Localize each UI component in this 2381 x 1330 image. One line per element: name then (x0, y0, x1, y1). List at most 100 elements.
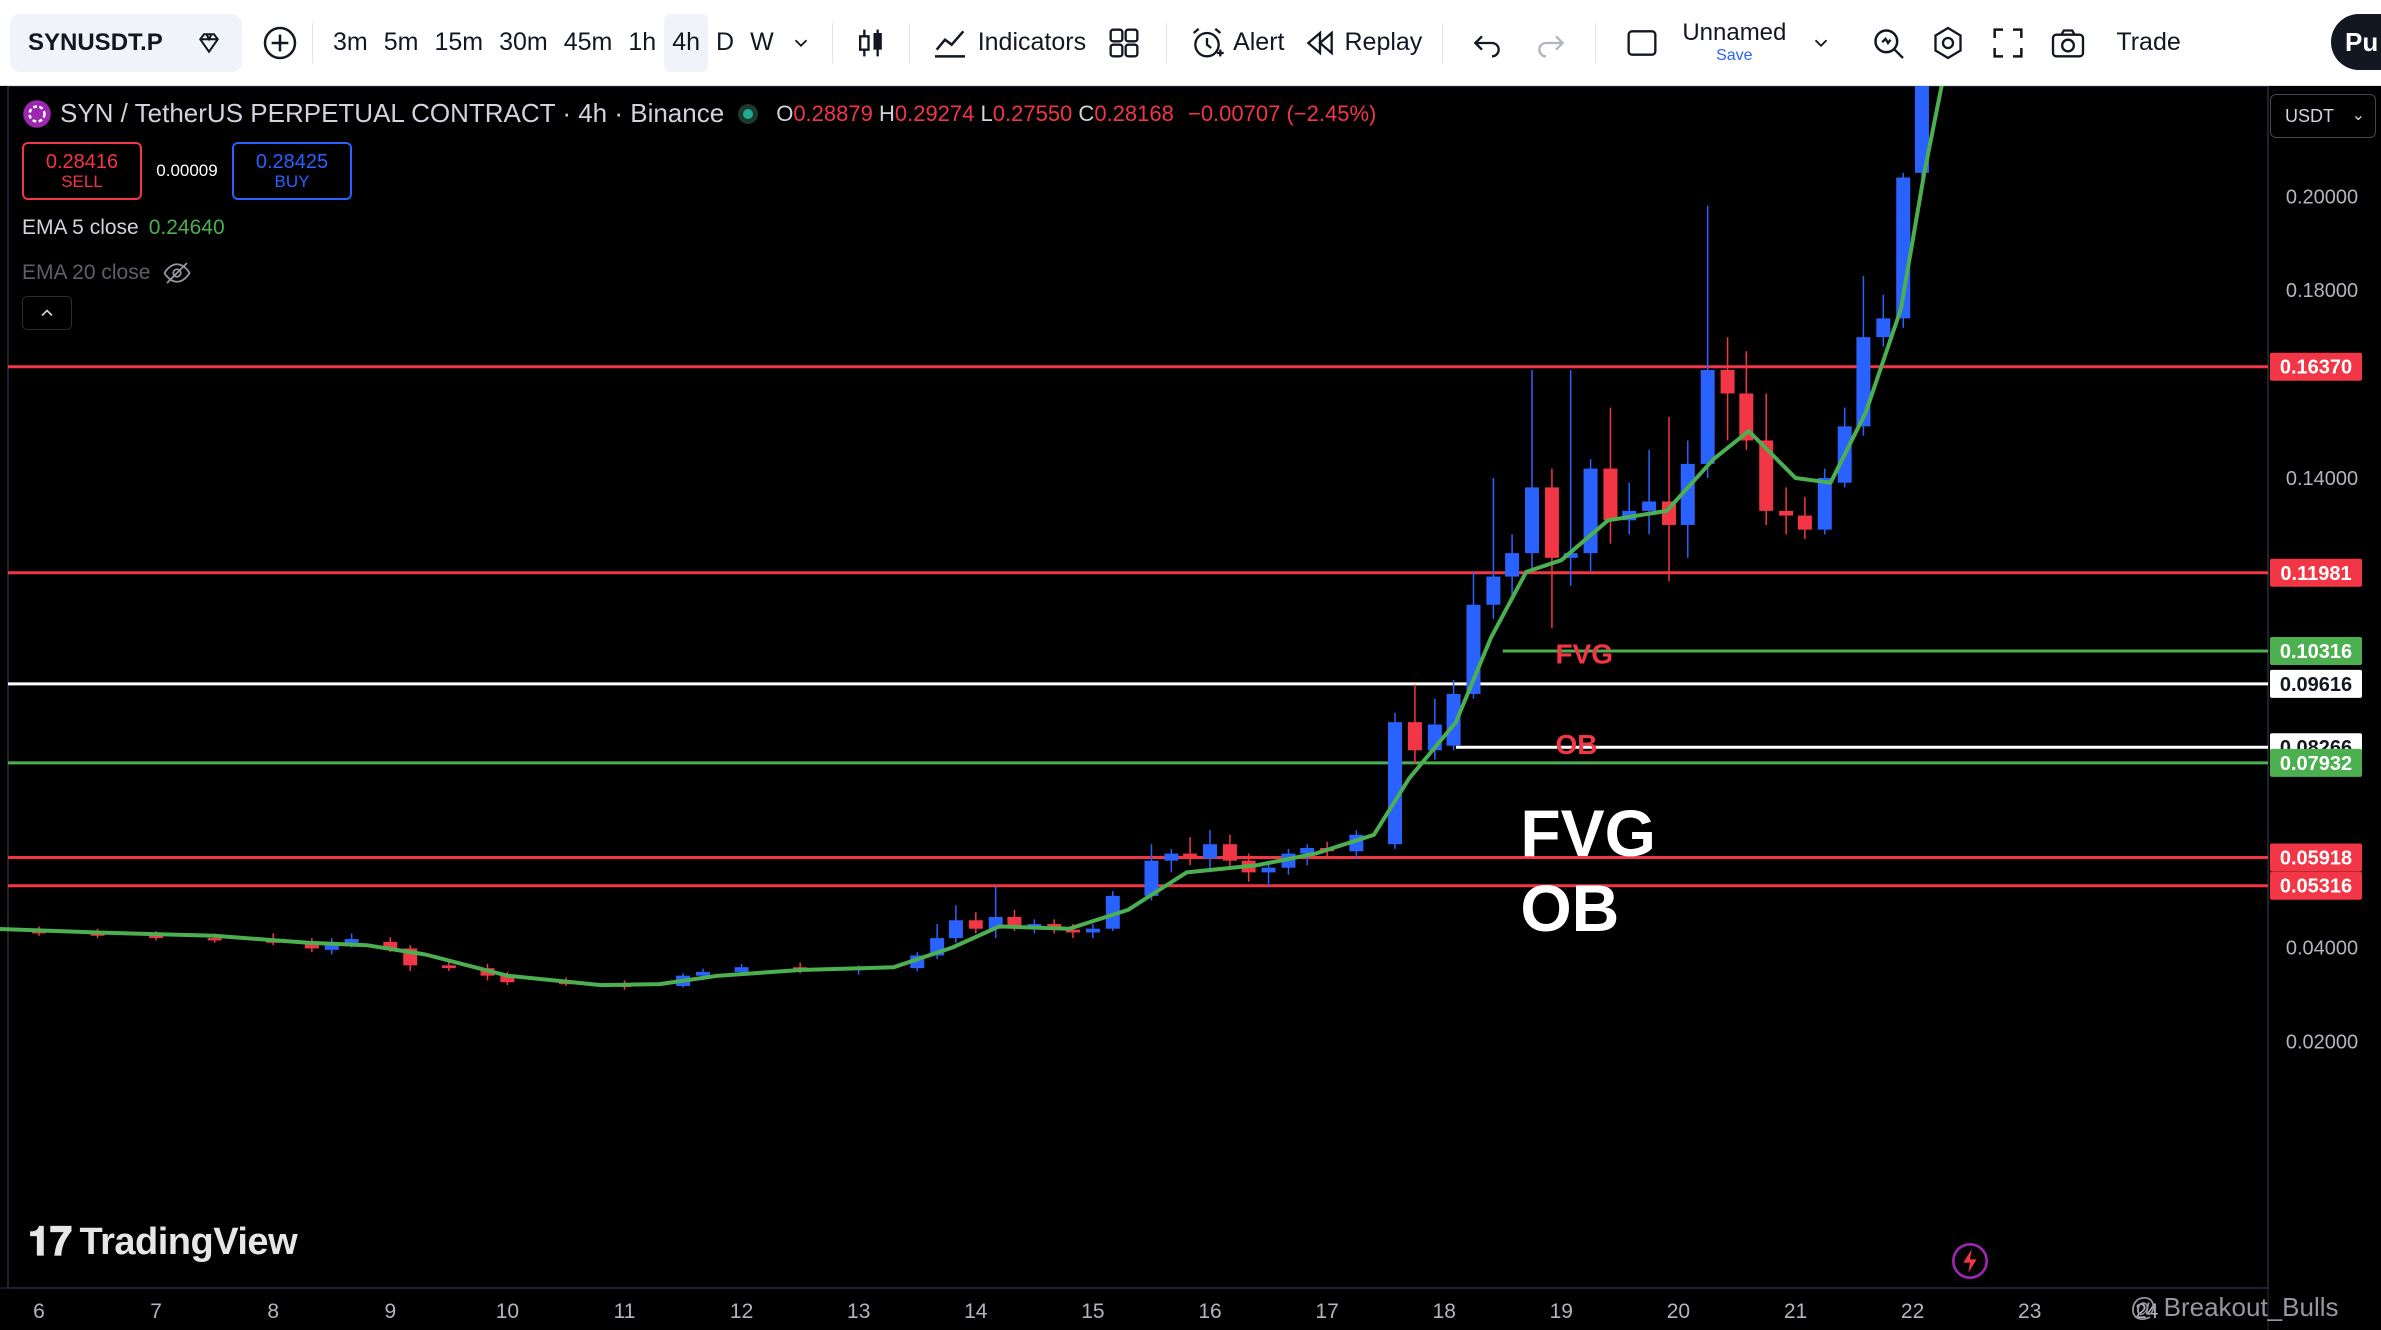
time-tick-label: 19 (1550, 1300, 1573, 1323)
interval-45m[interactable]: 45m (556, 14, 621, 72)
author-credit: @ Breakout_Bulls (2130, 1292, 2339, 1322)
toolbar-separator (1442, 22, 1444, 63)
annotation-ob[interactable]: OB (1555, 729, 1597, 760)
time-tick-label: 22 (1901, 1300, 1924, 1323)
camera-icon (2052, 28, 2085, 57)
indicator-ema20[interactable]: EMA 20 close (22, 258, 192, 288)
candles-icon (858, 29, 882, 56)
watermark-text: TradingView (79, 1221, 298, 1263)
price-tick-label: 0.02000 (2286, 1031, 2358, 1053)
collapse-legend-button[interactable] (22, 296, 72, 330)
indicators-label: Indicators (977, 28, 1087, 56)
interval-dropdown-button[interactable] (782, 14, 820, 72)
ohlc-values: O0.28879 H0.29274 L0.27550 C0.28168 −0.0… (776, 101, 1376, 127)
snapshot-button[interactable] (2038, 14, 2098, 72)
price-tick-label: 0.20000 (2286, 186, 2358, 208)
time-tick-label: 13 (847, 1300, 870, 1323)
price-chart[interactable]: FVGOBFVGOB0.300000.260000.240000.220000.… (0, 86, 2381, 1330)
interval-4h[interactable]: 4h (664, 13, 709, 72)
interval-1h[interactable]: 1h (620, 14, 664, 72)
chart-legend: SYN / TetherUS PERPETUAL CONTRACT · 4h ·… (22, 98, 1376, 129)
eye-off-icon[interactable] (162, 258, 192, 288)
candle-body (1505, 553, 1520, 577)
publish-button[interactable]: Pu (2331, 14, 2381, 70)
candle-body (441, 965, 456, 969)
indicators-button[interactable]: Indicators (922, 14, 1094, 72)
ema20-label: EMA 20 close (22, 261, 151, 284)
candle-body (734, 967, 749, 972)
time-tick-label: 14 (964, 1300, 988, 1323)
time-tick-label: 11 (614, 1300, 636, 1323)
chart-pane[interactable]: FVGOBFVGOB0.300000.260000.240000.220000.… (0, 86, 2381, 1330)
layout-name: Unnamed (1682, 19, 1787, 46)
alarm-clock-icon (1192, 27, 1224, 58)
toolbar-separator (908, 22, 910, 63)
candle-body (1779, 510, 1794, 516)
interval-w[interactable]: W (742, 14, 782, 72)
market-open-dot (738, 103, 759, 124)
chevron-down-icon: ⌄ (2351, 107, 2365, 124)
search-icon (1874, 28, 1905, 59)
chart-type-button[interactable] (845, 14, 897, 72)
annotation-ob[interactable]: OB (1520, 871, 1619, 945)
tradingview-watermark: 𝟏𝟕 TradingView (28, 1220, 298, 1265)
quick-search-button[interactable] (1858, 14, 1918, 72)
layout-select-checkbox[interactable] (1616, 14, 1668, 72)
candle-body (1183, 853, 1198, 859)
interval-15m[interactable]: 15m (426, 14, 491, 72)
buy-button[interactable]: 0.28425 BUY (232, 142, 352, 200)
candle-body (1407, 722, 1422, 751)
settings-button[interactable] (1918, 14, 1978, 72)
fullscreen-icon (1993, 27, 2023, 58)
undo-button[interactable] (1455, 14, 1519, 72)
alert-button[interactable]: Alert (1179, 14, 1292, 72)
interval-30m[interactable]: 30m (491, 14, 556, 72)
layout-name-button[interactable]: Unnamed Save (1668, 14, 1800, 72)
fullscreen-button[interactable] (1978, 14, 2038, 72)
indicators-icon (934, 30, 965, 58)
toolbar-separator (1166, 22, 1168, 63)
candle-body (1222, 844, 1237, 861)
ema5-value: 0.24640 (148, 216, 225, 239)
time-tick-label: 21 (1784, 1300, 1807, 1323)
trade-panel: 0.28416 SELL 0.00009 0.28425 BUY (22, 142, 352, 200)
candle-body (1203, 844, 1217, 859)
symbol-search-button[interactable]: SYNUSDT.P (10, 13, 242, 72)
layout-save-hint: Save (1716, 47, 1753, 64)
indicator-ema5[interactable]: EMA 5 close 0.24640 (22, 216, 225, 240)
candle-body (1642, 501, 1657, 511)
chevron-up-icon (41, 309, 53, 317)
replay-label: Replay (1344, 28, 1423, 56)
candle-body (1388, 722, 1403, 845)
interval-d[interactable]: D (708, 14, 742, 72)
toolbar-separator (1595, 22, 1597, 63)
close-value: 0.28168 (1094, 100, 1174, 126)
candle-body (948, 920, 963, 939)
candle-body (344, 939, 359, 943)
currency-select[interactable]: USDT ⌄ (2270, 94, 2376, 138)
level-price-label: 0.11981 (2280, 563, 2351, 585)
candle-body (1486, 576, 1501, 605)
annotation-fvg[interactable]: FVG (1520, 796, 1656, 870)
grid-icon (1109, 28, 1139, 57)
annotation-fvg[interactable]: FVG (1555, 638, 1613, 669)
alert-label: Alert (1233, 28, 1285, 56)
sell-button[interactable]: 0.28416 SELL (22, 142, 142, 200)
spread-value: 0.00009 (156, 161, 218, 180)
rewind-icon (1307, 29, 1334, 56)
layout-templates-button[interactable] (1094, 14, 1154, 72)
time-tick-label: 12 (730, 1300, 753, 1323)
diamond-icon[interactable] (194, 28, 224, 58)
candle-body (1817, 478, 1832, 530)
replay-button[interactable]: Replay (1292, 14, 1430, 72)
add-symbol-button[interactable] (260, 14, 300, 72)
trade-button[interactable]: Trade (2098, 14, 2198, 72)
toolbar-separator (312, 22, 313, 63)
redo-button[interactable] (1519, 14, 1583, 72)
level-price-label: 0.10316 (2280, 641, 2352, 663)
interval-5m[interactable]: 5m (376, 14, 427, 72)
interval-3m[interactable]: 3m (325, 14, 376, 72)
layout-menu-button[interactable] (1800, 14, 1842, 72)
sell-price: 0.28416 (45, 150, 119, 173)
lightning-icon[interactable] (1950, 1241, 1990, 1281)
